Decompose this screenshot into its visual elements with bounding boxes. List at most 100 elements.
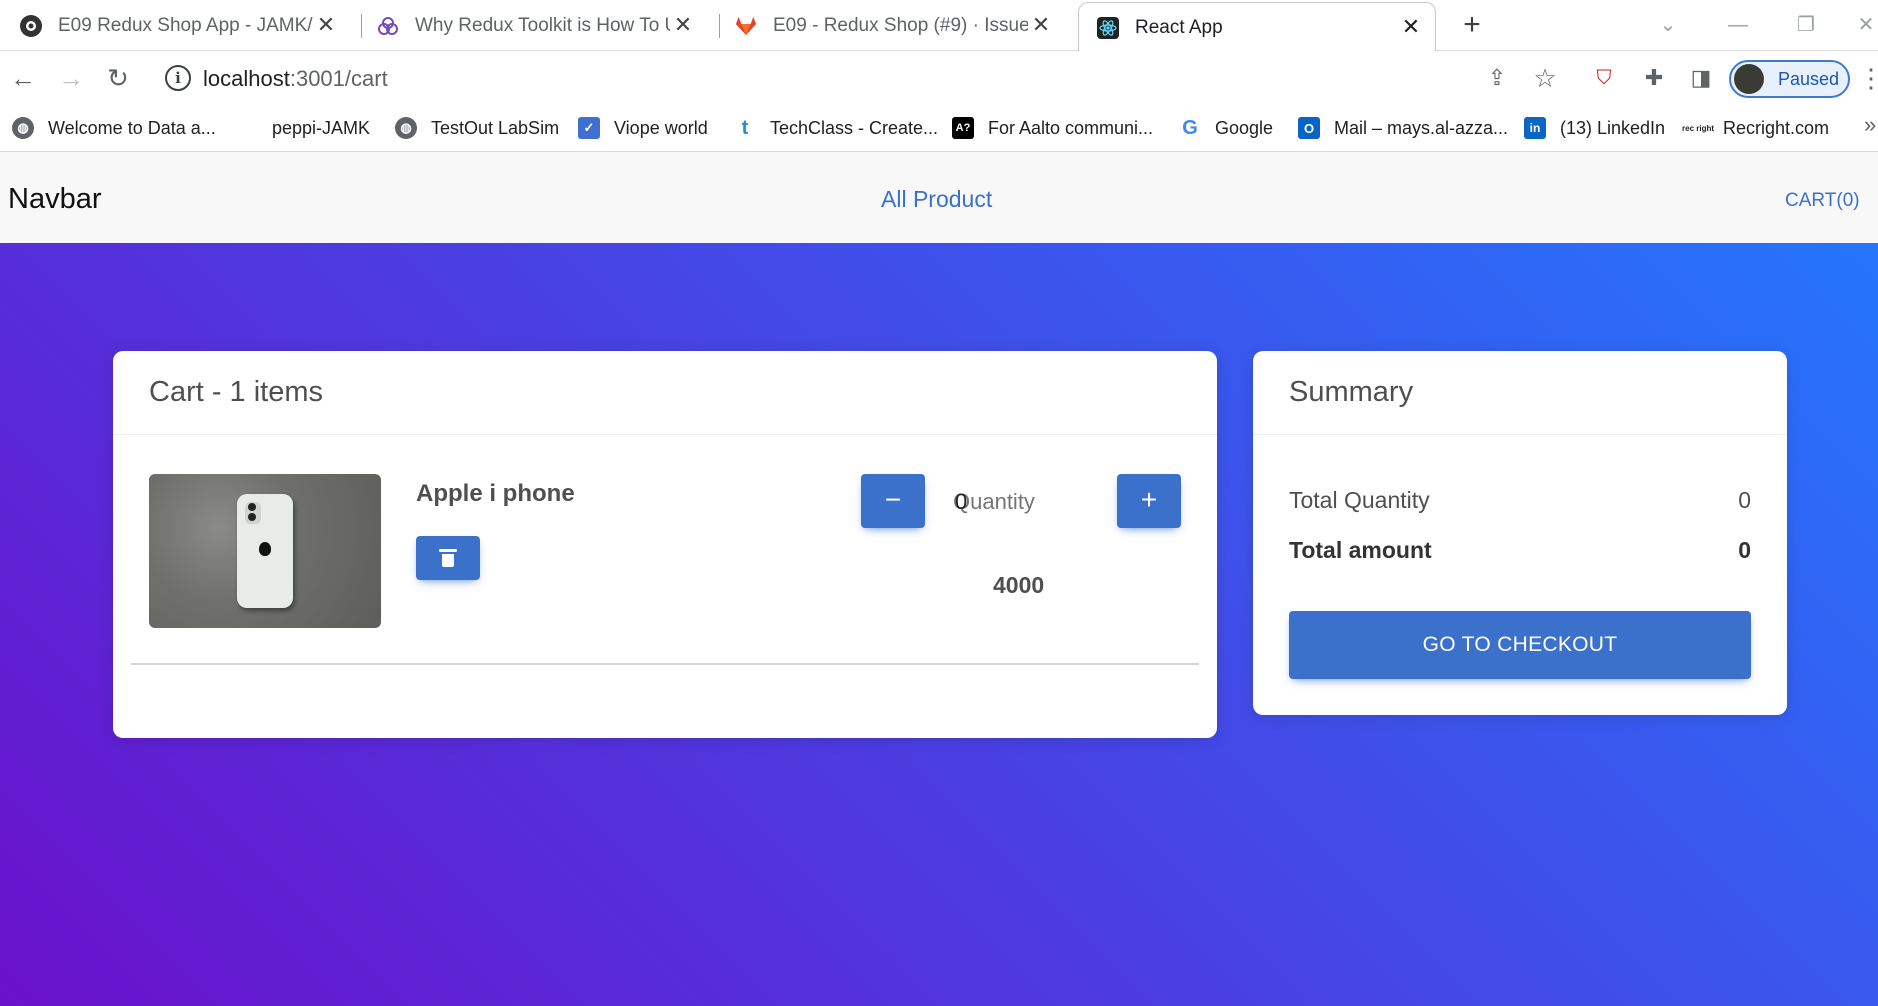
profile-button[interactable]: Paused [1729,60,1850,98]
total-quantity-label: Total Quantity [1289,487,1430,513]
bookmark-label: For Aalto communi... [988,117,1154,138]
mcafee-extension-icon[interactable]: ⛉ [1587,61,1621,95]
app-navbar: Navbar All Product CART(0) [0,152,1878,243]
browser-tab-1[interactable]: E09 Redux Shop App - JAMK/ IT ✕ [20,0,350,51]
site-info-icon[interactable]: i [165,65,191,91]
apple-logo-icon [259,542,271,556]
tab-title: React App [1135,16,1223,38]
summary-title: Summary [1253,351,1787,435]
viope-icon: ✓ [578,117,600,139]
bookmark-star-icon[interactable]: ☆ [1528,61,1562,95]
minimize-window-icon[interactable]: — [1718,8,1758,42]
product-name: Apple i phone [416,480,575,507]
browser-tab-2[interactable]: Why Redux Toolkit is How To Use ✕ [377,0,707,51]
share-icon[interactable]: ⇪ [1480,61,1514,95]
checkout-button[interactable]: GO TO CHECKOUT [1289,611,1751,679]
gitlab-circle-icon [20,14,42,37]
back-arrow-icon[interactable]: ← [6,61,40,95]
bookmark-item[interactable]: ✓ Viope world [578,114,708,142]
url-path: :3001/cart [289,66,388,91]
url-host: localhost [203,66,290,91]
quantity-value: 0 [955,489,968,514]
item-divider [131,663,1199,665]
bookmark-item[interactable]: in (13) LinkedIn [1524,114,1665,142]
bookmark-label: Recright.com [1723,117,1830,138]
tab-separator [361,14,362,38]
bookmark-label: Welcome to Data a... [48,117,216,138]
bookmark-item[interactable]: A? For Aalto communi... [952,114,1153,142]
total-amount-label: Total amount [1289,537,1432,563]
avatar [1734,64,1764,94]
techclass-icon: t [734,117,756,139]
outlook-icon: O [1298,117,1320,139]
browser-tab-3[interactable]: E09 - Redux Shop (#9) · Issues · A ✕ [735,0,1065,51]
bookmark-label: (13) LinkedIn [1560,117,1666,138]
total-amount-value: 0 [1738,537,1751,563]
browser-tab-strip: E09 Redux Shop App - JAMK/ IT ✕ Why Redu… [0,0,1878,52]
remove-item-button[interactable] [416,536,480,580]
increase-quantity-button[interactable]: + [1117,474,1181,528]
globe-icon: ◍ [12,117,34,139]
navbar-brand[interactable]: Navbar [8,183,102,216]
bookmark-label: Mail – mays.al-azza... [1334,117,1509,138]
summary-card: Summary Total Quantity 0 Total amount 0 … [1253,351,1787,715]
quantity-input[interactable]: Quantity 0 [953,481,1093,521]
new-tab-button[interactable]: + [1457,10,1487,41]
bookmark-label: TestOut LabSim [431,117,560,138]
bookmark-label: TechClass - Create... [770,117,939,138]
address-bar[interactable]: localhost:3001/cart [203,66,388,92]
tab-title: Why Redux Toolkit is How To Use [415,14,670,36]
cart-title: Cart - 1 items [113,351,1217,435]
tab-title: E09 Redux Shop App - JAMK/ IT [58,14,313,36]
close-tab-icon[interactable]: ✕ [314,13,338,37]
restore-window-icon[interactable]: ❐ [1786,8,1826,42]
redux-icon [377,15,399,37]
forward-arrow-icon[interactable]: → [54,61,88,95]
extensions-puzzle-icon[interactable]: ✚ [1637,61,1671,95]
bookmark-item[interactable]: t TechClass - Create... [734,114,938,142]
camera-icon [245,502,261,524]
total-quantity-value: 0 [1738,487,1751,513]
bookmark-label: peppi-JAMK [272,117,371,138]
profile-status: Paused [1778,68,1840,89]
close-window-icon[interactable]: ✕ [1846,8,1878,42]
bookmark-item[interactable]: rec right Recright.com [1682,114,1830,142]
bookmark-item[interactable]: peppi-JAMK [272,114,370,142]
bookmark-item[interactable]: O Mail – mays.al-azza... [1298,114,1508,142]
react-icon [1097,16,1119,39]
total-quantity-row: Total Quantity 0 [1289,487,1751,514]
aalto-icon: A? [952,117,974,139]
recright-icon: rec right [1682,117,1714,139]
close-tab-icon[interactable]: ✕ [1029,13,1053,37]
globe-icon: ◍ [395,117,417,139]
nav-link-all-product[interactable]: All Product [881,186,992,213]
nav-link-cart[interactable]: CART(0) [1785,190,1860,212]
gitlab-fox-icon [735,15,757,37]
browser-toolbar: ← → ↻ i localhost:3001/cart ⇪ ☆ ⛉ ✚ ◨ Pa… [0,51,1878,105]
bookmarks-bar: ◍ Welcome to Data a... peppi-JAMK ◍ TestOu… [0,105,1878,152]
reload-icon[interactable]: ↻ [101,61,135,95]
browser-menu-icon[interactable]: ⋮ [1858,61,1878,95]
tab-separator [719,14,720,38]
bookmarks-overflow-icon[interactable]: » [1864,112,1876,138]
tab-title: E09 - Redux Shop (#9) · Issues · A [773,14,1028,36]
tab-search-chevron-icon[interactable]: ⌄ [1648,8,1688,42]
bookmark-item[interactable]: G Google [1179,114,1273,142]
decrease-quantity-button[interactable]: − [861,474,925,528]
cart-card: Cart - 1 items Apple i phone − Quantity … [113,351,1217,738]
total-amount-row: Total amount 0 [1289,537,1751,564]
linkedin-icon: in [1524,117,1546,139]
close-tab-icon[interactable]: ✕ [671,13,695,37]
browser-tab-4-active[interactable]: React App ✕ [1078,2,1436,52]
close-tab-icon[interactable]: ✕ [1399,15,1423,39]
product-price: 4000 [993,572,1045,598]
bookmark-item[interactable]: ◍ Welcome to Data a... [12,114,216,142]
google-icon: G [1179,117,1201,139]
iphone-illustration [237,494,293,608]
bookmark-item[interactable]: ◍ TestOut LabSim [395,114,559,142]
bookmark-label: Viope world [614,117,708,138]
side-panel-icon[interactable]: ◨ [1684,61,1718,95]
product-image [149,474,381,628]
bookmark-label: Google [1215,117,1274,138]
trash-icon [439,549,457,567]
